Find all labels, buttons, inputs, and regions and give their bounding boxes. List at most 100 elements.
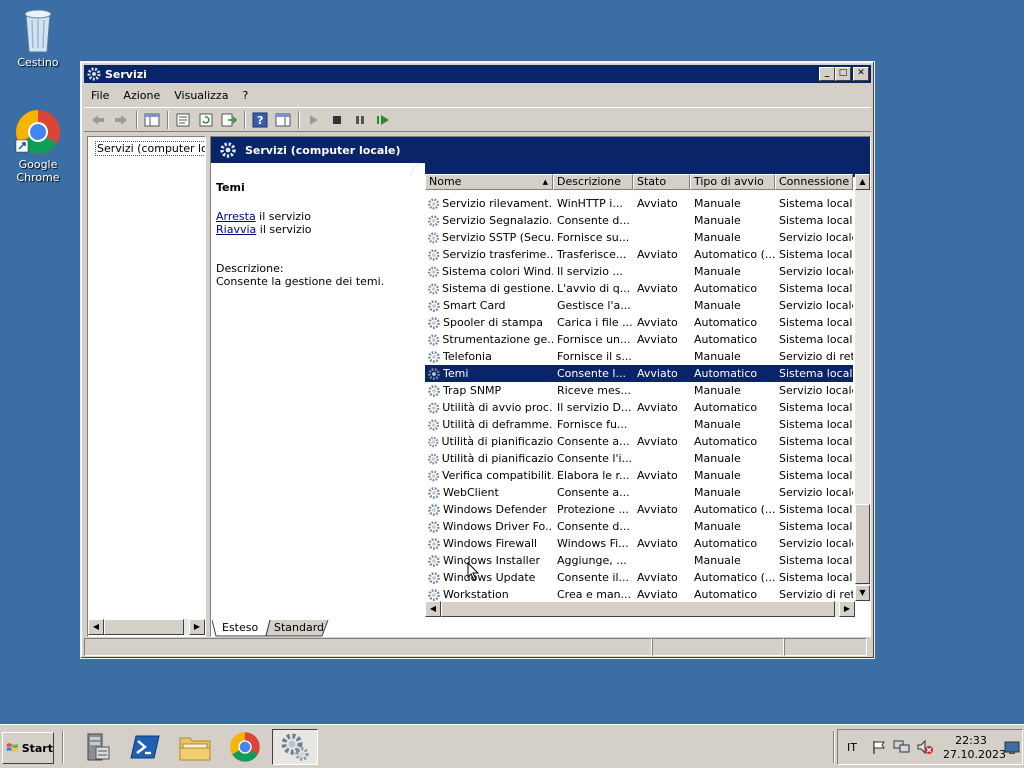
menu-visualizza[interactable]: Visualizza xyxy=(167,89,235,102)
column-header-connessione[interactable]: Connessione xyxy=(775,174,853,190)
show-hide-tree-button[interactable] xyxy=(141,110,163,130)
scroll-left-button[interactable]: ◀ xyxy=(425,601,441,617)
properties-button[interactable] xyxy=(172,110,194,130)
scroll-left-button[interactable]: ◀ xyxy=(88,619,104,635)
clock[interactable]: 22:33 27.10.2023 xyxy=(943,734,1006,762)
service-row[interactable]: Utilità di pianificazione Consente a... Av… xyxy=(425,433,853,450)
window-titlebar[interactable]: Servizi _ □ ✕ xyxy=(84,65,871,83)
taskbar-explorer[interactable] xyxy=(172,729,218,765)
service-row[interactable]: Windows Installer Aggiunge, ... Manuale Sis… xyxy=(425,552,853,569)
service-row[interactable]: Strumentazione ge... Fornisce un... Avviat… xyxy=(425,331,853,348)
service-row[interactable]: Telefonia Fornisce il s... Manuale Servizio… xyxy=(425,348,853,365)
minimize-button[interactable]: _ xyxy=(819,67,835,81)
column-header-descrizione[interactable]: Descrizione xyxy=(553,174,633,190)
refresh-button[interactable] xyxy=(195,110,217,130)
service-row[interactable]: Utilità di pianificazio... Consente l'i..… xyxy=(425,450,853,467)
service-description-cell: L'avvio di q... xyxy=(557,282,631,295)
start-service-button[interactable] xyxy=(303,110,325,130)
service-row[interactable]: Servizio rilevament... WinHTTP i... Avviat… xyxy=(425,195,853,212)
service-row[interactable]: WebClient Consente a... Manuale Servizio lo… xyxy=(425,484,853,501)
tab-standard[interactable]: Standard xyxy=(266,620,332,636)
column-header-tipo-avvio[interactable]: Tipo di avvio xyxy=(690,174,775,190)
language-indicator[interactable]: IT xyxy=(847,741,857,754)
service-row[interactable]: Windows Driver Fo... Consente d... Manuale… xyxy=(425,518,853,535)
scroll-right-button[interactable]: ▶ xyxy=(839,601,855,617)
service-logon-cell: Servizio locale xyxy=(779,265,853,278)
service-row[interactable]: Trap SNMP Riceve mes... Manuale Servizio lo… xyxy=(425,382,853,399)
service-row[interactable]: Windows Defender Protezione ... Avviato Aut… xyxy=(425,501,853,518)
service-status-cell xyxy=(633,229,690,246)
restart-service-button[interactable] xyxy=(372,110,394,130)
menu-help[interactable]: ? xyxy=(235,89,255,102)
menu-file[interactable]: File xyxy=(84,89,116,102)
menu-azione[interactable]: Azione xyxy=(116,89,167,102)
taskbar-services[interactable] xyxy=(272,729,318,765)
service-row[interactable]: Spooler di stampa Carica i file ... Avviat… xyxy=(425,314,853,331)
service-row[interactable]: Smart Card Gestisce l'a... Manuale Servizio… xyxy=(425,297,853,314)
service-row[interactable]: Sistema di gestione... L'avvio di q... Avv… xyxy=(425,280,853,297)
service-row[interactable]: Verifica compatibilit... Elabora le r... A… xyxy=(425,467,853,484)
scroll-thumb[interactable] xyxy=(104,619,184,635)
list-vertical-scrollbar[interactable]: ▲ ▼ xyxy=(855,174,870,601)
help-button[interactable]: ? xyxy=(249,110,271,130)
network-icon[interactable] xyxy=(893,739,911,755)
column-header-nome[interactable]: Nome ▲ xyxy=(425,174,553,190)
service-logon-cell: Servizio locale xyxy=(779,384,853,397)
service-logon-cell: Sistema locale xyxy=(779,333,853,346)
service-description-cell: Fornisce su... xyxy=(557,231,630,244)
service-name: Windows Firewall xyxy=(443,537,538,550)
service-startup-type-cell: Automatico (... xyxy=(694,503,775,516)
service-row[interactable]: Servizio SSTP (Secu... Fornisce su... Manu… xyxy=(425,229,853,246)
maximize-button[interactable]: □ xyxy=(835,67,851,81)
service-row[interactable]: Sistema colori Wind... Il servizio ... Man… xyxy=(425,263,853,280)
taskbar-powershell[interactable] xyxy=(122,729,168,765)
service-description-cell: Riceve mes... xyxy=(557,384,631,397)
export-list-button[interactable] xyxy=(218,110,240,130)
service-row[interactable]: Windows Update Consente il... Avviato Autom… xyxy=(425,569,853,586)
scroll-down-button[interactable]: ▼ xyxy=(855,585,870,601)
scroll-thumb[interactable] xyxy=(855,504,870,584)
service-status-cell: Avviato xyxy=(637,537,678,550)
service-name: WebClient xyxy=(443,486,499,499)
scroll-up-button[interactable]: ▲ xyxy=(855,174,870,190)
service-row[interactable]: Temi Consente l... Avviato Automatico Sistem… xyxy=(425,365,853,382)
tree-horizontal-scrollbar[interactable]: ◀ ▶ xyxy=(88,619,205,635)
console-tree-icon xyxy=(144,113,160,126)
list-horizontal-scrollbar[interactable]: ◀ ▶ xyxy=(425,601,855,617)
service-gear-icon xyxy=(428,384,440,397)
forward-button[interactable] xyxy=(110,110,132,130)
stop-service-button[interactable] xyxy=(326,110,348,130)
service-name-cell: Servizio SSTP (Secu... xyxy=(425,229,553,246)
service-row[interactable]: Utilità di avvio proc... Il servizio D...… xyxy=(425,399,853,416)
taskbar-chrome[interactable] xyxy=(222,729,268,765)
service-row[interactable]: Windows Firewall Windows Fi... Avviato Auto… xyxy=(425,535,853,552)
restart-service-link[interactable]: Riavvia xyxy=(216,223,256,236)
desktop-icon-google-chrome[interactable]: Google Chrome xyxy=(0,108,76,184)
show-desktop-icon[interactable] xyxy=(1004,741,1020,755)
tab-esteso[interactable]: Esteso xyxy=(214,620,266,636)
stop-service-link[interactable]: Arresta xyxy=(216,210,256,223)
back-button[interactable] xyxy=(87,110,109,130)
service-name: Windows Defender xyxy=(443,503,547,516)
service-row[interactable]: Servizio Segnalazio... Consente d... Manua… xyxy=(425,212,853,229)
service-startup-type-cell: Manuale xyxy=(694,520,741,533)
service-row[interactable]: Servizio trasferime... Trasferisce... Avvi… xyxy=(425,246,853,263)
pause-service-button[interactable] xyxy=(349,110,371,130)
scroll-right-button[interactable]: ▶ xyxy=(189,619,205,635)
taskbar-server-manager[interactable] xyxy=(73,729,119,765)
export-icon xyxy=(221,113,237,126)
desktop-icon-recycle-bin[interactable]: Cestino xyxy=(0,6,76,69)
action-pane-button[interactable] xyxy=(272,110,294,130)
service-logon-cell: Sistema locale xyxy=(779,197,853,210)
scroll-thumb[interactable] xyxy=(441,601,835,617)
close-button[interactable]: ✕ xyxy=(853,67,869,81)
service-gear-icon xyxy=(428,266,439,277)
service-row[interactable]: Workstation Crea e man... Avviato Automatic… xyxy=(425,586,853,601)
service-row[interactable]: Utilità di deframme... Fornisce fu... Manu… xyxy=(425,416,853,433)
volume-muted-icon[interactable] xyxy=(916,739,934,755)
column-header-stato[interactable]: Stato xyxy=(633,174,690,190)
service-name: Verifica compatibilit... xyxy=(441,469,553,482)
action-center-flag-icon[interactable] xyxy=(871,739,887,755)
start-button[interactable]: Start xyxy=(2,732,54,764)
tree-item-services-local[interactable]: Servizi (computer lo xyxy=(91,140,205,156)
